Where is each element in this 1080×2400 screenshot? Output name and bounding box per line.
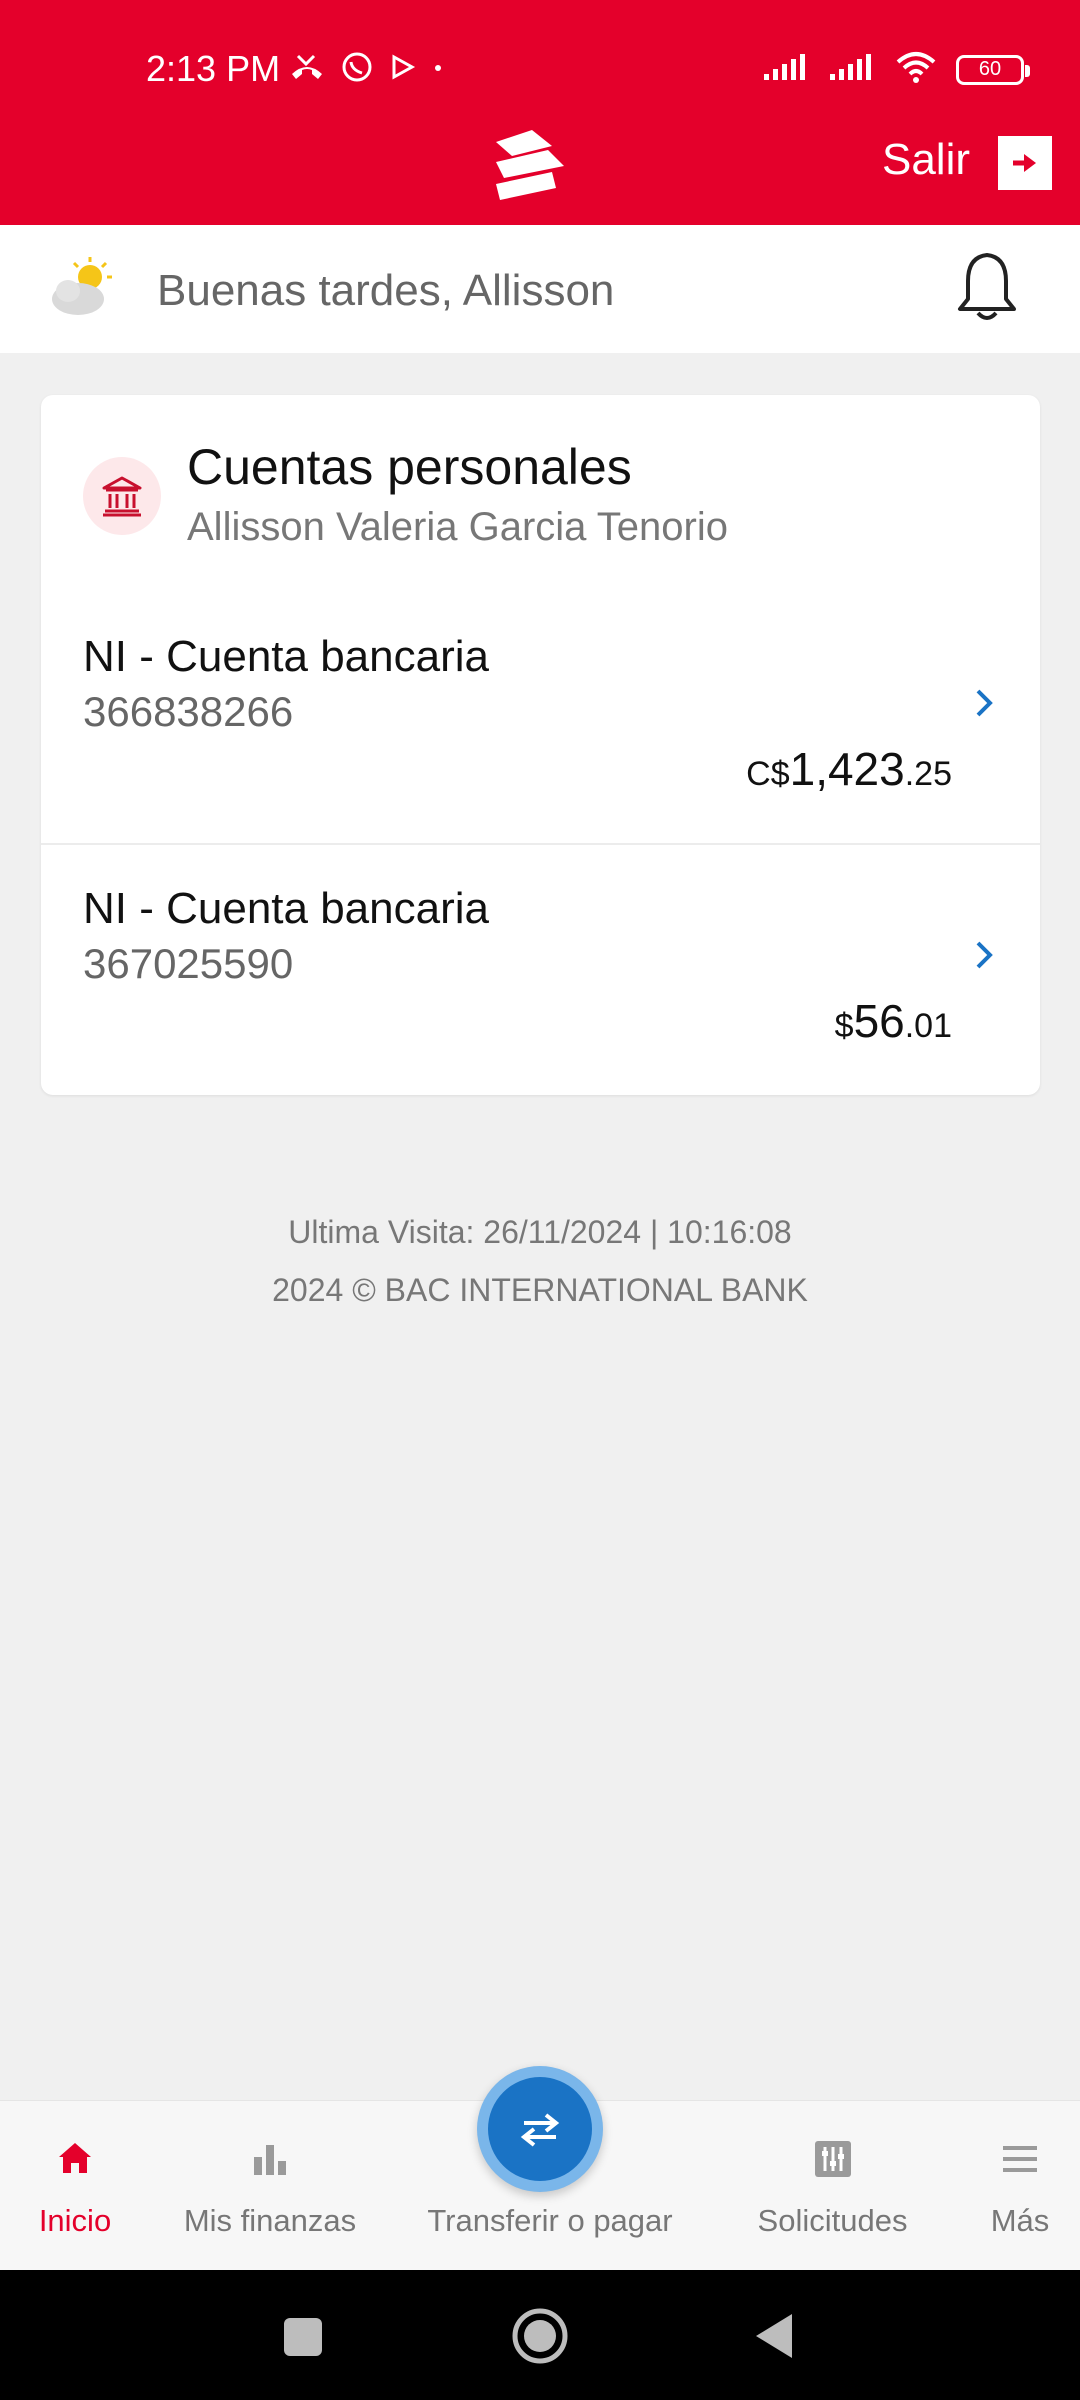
account-row[interactable]: NI - Cuenta bancaria 367025590 $56.01 bbox=[41, 847, 1040, 1097]
account-balance: C$1,423.25 bbox=[746, 741, 952, 809]
chevron-right-icon bbox=[974, 939, 994, 976]
personal-accounts-card: Cuentas personales Allisson Valeria Garc… bbox=[41, 395, 1040, 1095]
system-navigation-bar bbox=[0, 2270, 1080, 2400]
bar-chart-icon bbox=[250, 2139, 290, 2184]
account-row[interactable]: NI - Cuenta bancaria 366838266 C$1,423.2… bbox=[41, 595, 1040, 845]
account-name: NI - Cuenta bancaria bbox=[83, 632, 489, 681]
nav-label: Mis finanzas bbox=[183, 2203, 357, 2238]
chevron-right-icon bbox=[974, 687, 994, 724]
missed-call-icon bbox=[290, 52, 324, 87]
nav-item-inicio[interactable]: Inicio bbox=[0, 2101, 150, 2271]
partly-cloudy-icon bbox=[48, 255, 118, 326]
account-number: 367025590 bbox=[83, 940, 294, 987]
account-owner: Allisson Valeria Garcia Tenorio bbox=[187, 505, 728, 549]
recent-apps-icon[interactable] bbox=[282, 2316, 324, 2363]
transfer-icon bbox=[520, 2113, 560, 2147]
menu-icon bbox=[1000, 2139, 1040, 2184]
transfer-fab-button[interactable] bbox=[477, 2066, 603, 2192]
account-number: 366838266 bbox=[83, 688, 294, 735]
arrow-right-icon bbox=[1013, 154, 1036, 172]
home-icon bbox=[55, 2139, 95, 2184]
nav-label: Más bbox=[990, 2203, 1050, 2238]
account-name: NI - Cuenta bancaria bbox=[83, 884, 489, 933]
balance-integer: 56 bbox=[853, 995, 905, 1047]
system-status-icons: 60 bbox=[762, 50, 1030, 89]
signal-icon bbox=[762, 52, 810, 87]
nav-item-solicitudes[interactable]: Solicitudes bbox=[740, 2101, 925, 2271]
home-circle-icon[interactable] bbox=[510, 2306, 570, 2371]
balance-decimal: .01 bbox=[904, 1007, 952, 1045]
balance-integer: 1,423 bbox=[789, 743, 905, 795]
status-time: 2:13 PM bbox=[146, 48, 281, 89]
logout-label[interactable]: Salir bbox=[882, 134, 970, 186]
nav-item-mis-finanzas[interactable]: Mis finanzas bbox=[170, 2101, 370, 2271]
dot-icon bbox=[432, 61, 444, 79]
card-title: Cuentas personales bbox=[187, 439, 632, 495]
whatsapp-icon bbox=[340, 50, 374, 89]
back-icon[interactable] bbox=[752, 2312, 796, 2365]
play-store-icon bbox=[390, 53, 416, 86]
greeting-text: Buenas tardes, Allisson bbox=[157, 266, 615, 315]
signal-icon bbox=[828, 52, 876, 87]
greeting-bar: Buenas tardes, Allisson bbox=[0, 225, 1080, 353]
battery-icon: 60 bbox=[956, 54, 1030, 85]
balance-currency: C$ bbox=[746, 755, 790, 793]
sliders-icon bbox=[813, 2139, 853, 2184]
copyright: 2024 © BAC INTERNATIONAL BANK bbox=[272, 1272, 808, 1308]
logout-button[interactable] bbox=[998, 136, 1052, 190]
wifi-icon bbox=[894, 50, 938, 89]
nav-label: Transferir o pagar bbox=[427, 2203, 673, 2238]
bell-icon[interactable] bbox=[954, 249, 1020, 330]
account-balance: $56.01 bbox=[835, 993, 952, 1061]
nav-label: Solicitudes bbox=[757, 2203, 908, 2238]
nav-item-mas[interactable]: Más bbox=[960, 2101, 1080, 2271]
top-header: 2:13 PM 60 Salir bbox=[0, 0, 1080, 225]
balance-currency: $ bbox=[834, 1007, 854, 1045]
balance-decimal: .25 bbox=[904, 755, 952, 793]
battery-level: 60 bbox=[978, 58, 1002, 80]
notification-icons bbox=[290, 50, 444, 89]
bank-icon bbox=[83, 457, 161, 535]
last-visit: Ultima Visita: 26/11/2024 | 10:16:08 bbox=[288, 1214, 792, 1250]
bank-logo bbox=[492, 128, 572, 207]
transfer-fab-inner bbox=[488, 2077, 592, 2181]
nav-label: Inicio bbox=[38, 2203, 112, 2238]
